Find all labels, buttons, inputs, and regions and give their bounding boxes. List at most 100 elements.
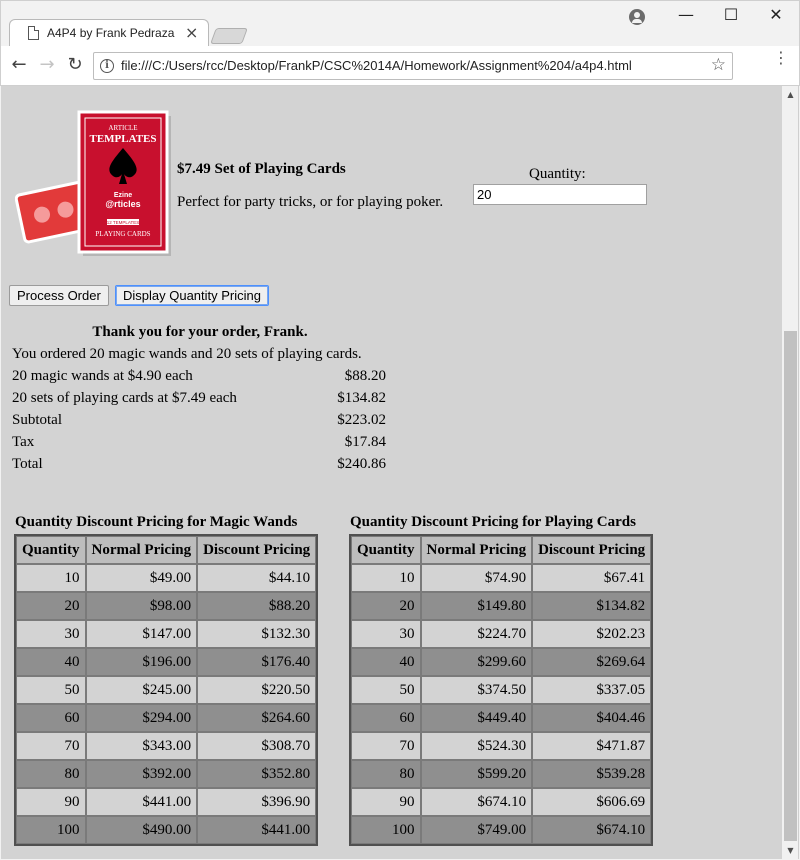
table-caption: Quantity Discount Pricing for Magic Wand… <box>15 514 298 530</box>
cell-quantity: 30 <box>16 620 86 648</box>
table-row: 10 $49.00 $44.10 <box>16 564 317 592</box>
cell-quantity: 40 <box>351 648 421 676</box>
table-body: 10 $49.00 $44.10 20 $98.00 $88.20 30 $147.00 $13… <box>16 564 317 844</box>
table-row: 90 $441.00 $396.90 <box>16 788 317 816</box>
bookmark-star-icon[interactable]: ☆ <box>711 55 726 75</box>
cell-quantity: 80 <box>16 760 86 788</box>
browser-menu-icon[interactable]: ⋮ <box>773 50 789 66</box>
cell-quantity: 100 <box>351 816 421 844</box>
minimize-button[interactable]: — <box>671 5 701 24</box>
cell-normal-pricing: $245.00 <box>85 676 198 704</box>
reload-button[interactable]: ↻ <box>63 54 87 75</box>
cell-discount-pricing: $674.10 <box>532 816 652 844</box>
cell-normal-pricing: $441.00 <box>85 788 198 816</box>
cell-discount-pricing: $352.80 <box>197 760 317 788</box>
receipt-line-amount: $88.20 <box>344 368 386 384</box>
cell-normal-pricing: $674.10 <box>420 788 533 816</box>
forward-button[interactable]: → <box>35 54 59 75</box>
browser-tab[interactable]: A4P4 by Frank Pedraza × <box>9 19 209 48</box>
quantity-input[interactable] <box>473 184 647 205</box>
cell-quantity: 40 <box>16 648 86 676</box>
receipt-subtotal: Subtotal $223.02 <box>12 412 388 434</box>
table-row: 10 $74.90 $67.41 <box>351 564 652 592</box>
scrollbar-thumb[interactable] <box>784 331 797 841</box>
table-row: 70 $343.00 $308.70 <box>16 732 317 760</box>
cell-discount-pricing: $220.50 <box>197 676 317 704</box>
cell-quantity: 20 <box>16 592 86 620</box>
column-header-normal-pricing: Normal Pricing <box>85 536 198 564</box>
cell-discount-pricing: $202.23 <box>532 620 652 648</box>
address-bar[interactable]: i file:///C:/Users/rcc/Desktop/FrankP/CS… <box>93 52 733 80</box>
cell-normal-pricing: $524.30 <box>420 732 533 760</box>
cell-discount-pricing: $606.69 <box>532 788 652 816</box>
cell-normal-pricing: $49.00 <box>85 564 198 592</box>
cell-quantity: 60 <box>16 704 86 732</box>
cell-discount-pricing: $396.90 <box>197 788 317 816</box>
back-button[interactable]: ← <box>7 54 31 75</box>
cell-quantity: 90 <box>351 788 421 816</box>
cell-quantity: 80 <box>351 760 421 788</box>
table-row: 80 $599.20 $539.28 <box>351 760 652 788</box>
close-window-button[interactable]: ✕ <box>761 5 791 24</box>
column-header-discount-pricing: Discount Pricing <box>197 536 317 564</box>
table-row: 50 $374.50 $337.05 <box>351 676 652 704</box>
browser-toolbar: ← → ↻ i file:///C:/Users/rcc/Desktop/Fra… <box>0 46 800 86</box>
thank-you-message: Thank you for your order, Frank. <box>92 324 308 340</box>
image-text-playing-cards: PLAYING CARDS <box>95 230 150 238</box>
cell-quantity: 50 <box>351 676 421 704</box>
magic-wands-pricing: Quantity Discount Pricing for Magic Wand… <box>14 514 319 846</box>
receipt-total: Total $240.86 <box>12 456 388 478</box>
cell-quantity: 20 <box>351 592 421 620</box>
table-row: 100 $490.00 $441.00 <box>16 816 317 844</box>
image-text-12-templates: 12 TEMPLATES <box>107 220 140 225</box>
cell-normal-pricing: $749.00 <box>420 816 533 844</box>
scroll-up-arrow-icon[interactable]: ▲ <box>782 86 799 103</box>
receipt-line-label: Tax <box>12 434 35 450</box>
cell-quantity: 70 <box>351 732 421 760</box>
order-receipt: Thank you for your order, Frank. You ord… <box>12 324 388 478</box>
scroll-down-arrow-icon[interactable]: ▼ <box>782 842 799 859</box>
column-header-quantity: Quantity <box>351 536 421 564</box>
cell-discount-pricing: $44.10 <box>197 564 317 592</box>
table-caption: Quantity Discount Pricing for Playing Ca… <box>350 514 636 530</box>
playing-cards-pricing-table: Quantity Normal Pricing Discount Pricing… <box>349 534 654 846</box>
title-bar: A4P4 by Frank Pedraza × — ☐ ✕ <box>0 0 800 48</box>
cell-normal-pricing: $490.00 <box>85 816 198 844</box>
new-tab-button[interactable] <box>210 28 248 44</box>
cell-discount-pricing: $67.41 <box>532 564 652 592</box>
info-icon[interactable]: i <box>100 59 114 73</box>
vertical-scrollbar[interactable]: ▲ ▼ <box>782 86 799 859</box>
cell-quantity: 50 <box>16 676 86 704</box>
cell-normal-pricing: $98.00 <box>85 592 198 620</box>
cell-discount-pricing: $88.20 <box>197 592 317 620</box>
receipt-line-label: Total <box>12 456 43 472</box>
column-header-quantity: Quantity <box>16 536 86 564</box>
cell-discount-pricing: $404.46 <box>532 704 652 732</box>
table-row: 30 $224.70 $202.23 <box>351 620 652 648</box>
table-row: 60 $449.40 $404.46 <box>351 704 652 732</box>
cell-quantity: 100 <box>16 816 86 844</box>
profile-icon[interactable] <box>629 9 645 25</box>
receipt-line-label: Subtotal <box>12 412 63 428</box>
table-row: 60 $294.00 $264.60 <box>16 704 317 732</box>
cell-normal-pricing: $343.00 <box>85 732 198 760</box>
cell-normal-pricing: $294.00 <box>85 704 198 732</box>
image-text-templates: TEMPLATES <box>89 133 156 145</box>
cell-normal-pricing: $599.20 <box>420 760 533 788</box>
image-text-article: ARTICLE <box>108 124 137 132</box>
quantity-label: Quantity: <box>529 166 586 182</box>
column-header-discount-pricing: Discount Pricing <box>532 536 652 564</box>
table-row: 80 $392.00 $352.80 <box>16 760 317 788</box>
cell-normal-pricing: $392.00 <box>85 760 198 788</box>
maximize-button[interactable]: ☐ <box>716 5 746 24</box>
process-order-button[interactable]: Process Order <box>9 285 109 306</box>
product-description: Perfect for party tricks, or for playing… <box>177 194 444 210</box>
table-row: 40 $196.00 $176.40 <box>16 648 317 676</box>
url-text[interactable]: file:///C:/Users/rcc/Desktop/FrankP/CSC%… <box>121 58 632 73</box>
tab-close-icon[interactable]: × <box>185 23 198 42</box>
cell-discount-pricing: $264.60 <box>197 704 317 732</box>
cell-quantity: 10 <box>16 564 86 592</box>
receipt-line-amount: $17.84 <box>344 434 386 450</box>
cell-normal-pricing: $147.00 <box>85 620 198 648</box>
display-quantity-pricing-button[interactable]: Display Quantity Pricing <box>115 285 269 306</box>
